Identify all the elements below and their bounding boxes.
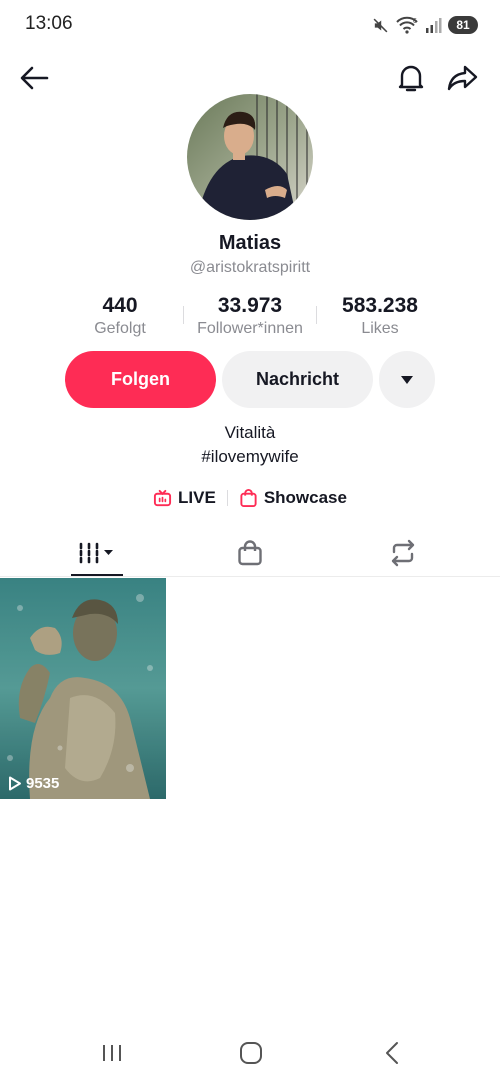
bio-line-1: Vitalità: [224, 423, 276, 442]
message-button[interactable]: Nachricht: [222, 351, 373, 408]
status-bar: 13:06 6 81: [0, 0, 500, 48]
signal-icon: [426, 17, 442, 33]
play-icon: [9, 776, 21, 791]
home-icon: [240, 1042, 262, 1064]
repost-icon: [391, 539, 415, 567]
stat-followers-value: 33.973: [217, 294, 283, 317]
profile-handle: @aristokratspiritt: [189, 259, 311, 276]
back-button[interactable]: [14, 58, 54, 98]
caret-down-icon: [401, 375, 413, 384]
shopping-bag-icon: [240, 489, 257, 508]
stat-divider: [183, 306, 184, 324]
tab-shop[interactable]: [210, 530, 290, 576]
system-back-icon: [386, 1042, 398, 1064]
profile-links: LIVE Showcase: [0, 485, 500, 511]
status-icons: 6 81: [372, 14, 478, 36]
follow-button[interactable]: Folgen: [65, 351, 216, 408]
stat-divider: [316, 306, 317, 324]
wifi-icon: 6: [396, 16, 418, 34]
stat-followers-label: Follower*innen: [197, 320, 303, 337]
active-tab-indicator: [71, 574, 123, 576]
video-thumbnail[interactable]: 9535: [0, 578, 166, 799]
stat-likes-label: Likes: [361, 320, 399, 337]
profile-stats: 440 Gefolgt 33.973 Follower*innen 583.23…: [0, 294, 500, 342]
stat-following-value: 440: [102, 294, 138, 317]
stat-likes-value: 583.238: [342, 294, 418, 317]
shop-bag-icon: [238, 540, 262, 566]
back-arrow-icon: [20, 66, 49, 90]
stat-following[interactable]: 440 Gefolgt: [70, 294, 170, 339]
link-divider: [226, 490, 228, 506]
live-label: LIVE: [178, 488, 216, 507]
bio-hashtag[interactable]: #ilovemywife: [0, 447, 500, 467]
system-nav-bar: [0, 1030, 500, 1076]
tab-videos[interactable]: [57, 530, 137, 576]
recent-apps-icon: [103, 1045, 121, 1061]
notification-bell-button[interactable]: [391, 58, 431, 98]
video-thumbnail-image: [0, 578, 166, 799]
live-link[interactable]: LIVE: [153, 488, 216, 508]
avatar[interactable]: [187, 94, 313, 220]
mute-icon: [373, 18, 388, 32]
live-tv-icon: [153, 489, 172, 506]
system-back-button[interactable]: [372, 1038, 412, 1068]
stat-likes[interactable]: 583.238 Likes: [320, 294, 440, 339]
stat-following-label: Gefolgt: [94, 320, 146, 337]
tab-reposts[interactable]: [363, 530, 443, 576]
bell-icon: [398, 65, 424, 92]
avatar-photo: [187, 94, 313, 220]
videos-grid-icon: [79, 542, 113, 564]
home-button[interactable]: [231, 1038, 271, 1068]
profile-name: Matias: [218, 232, 282, 254]
share-icon: [447, 65, 478, 91]
video-views: 9535: [8, 775, 59, 792]
showcase-link[interactable]: Showcase: [239, 488, 347, 508]
content-tabs: [0, 530, 500, 577]
recent-apps-button[interactable]: [92, 1038, 132, 1068]
status-time: 13:06: [25, 13, 73, 34]
stat-followers[interactable]: 33.973 Follower*innen: [185, 294, 315, 339]
battery-icon: 81: [448, 16, 478, 34]
svg-text:6: 6: [413, 18, 417, 25]
more-options-button[interactable]: [379, 351, 435, 408]
video-views-count: 9535: [26, 775, 60, 792]
share-button[interactable]: [443, 58, 483, 98]
showcase-label: Showcase: [263, 488, 347, 507]
